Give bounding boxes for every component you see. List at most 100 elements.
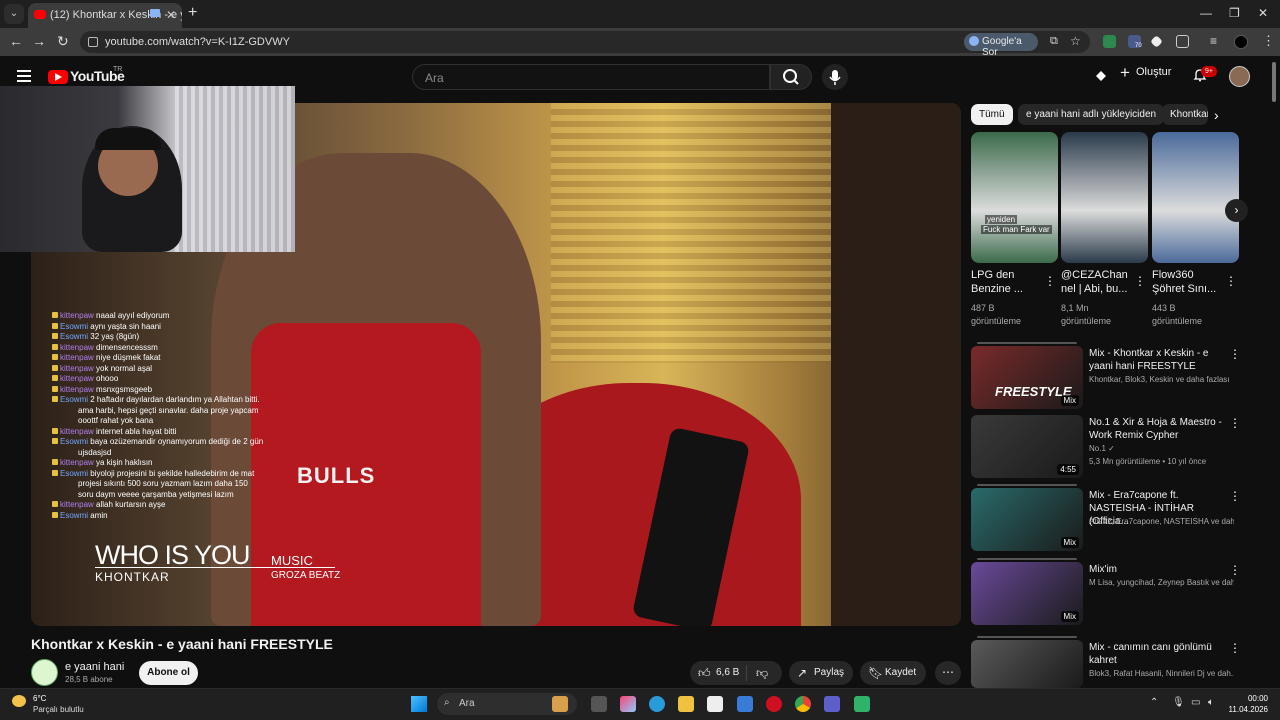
tab-title: (12) Khontkar x Keskin - e y... [50,9,182,21]
volume-icon[interactable]: 🔈︎ [1208,697,1214,708]
chip-khontkar[interactable]: Khontkar [1162,104,1208,125]
forward-button[interactable]: → [32,33,46,49]
search-input[interactable]: Ara [412,64,770,90]
chat-text: yok normal aşal [96,363,153,373]
short-thumbnail[interactable]: yeniden Fuck man Fark var [971,132,1058,263]
microphone-tray-icon[interactable]: 🎙︎ [1172,697,1185,708]
chat-message: kittenpaw ya kişin haklısın [52,458,292,469]
chip-all[interactable]: Tümü [971,104,1013,125]
opera-icon[interactable] [766,696,782,712]
recommendation-thumbnail[interactable]: Mix [971,488,1083,551]
reload-button[interactable]: ↻ [57,33,69,50]
chips-next-chevron-icon[interactable]: › [1214,107,1219,123]
weather-icon[interactable] [12,695,26,707]
search-highlight-icon[interactable] [552,696,568,712]
maximize-button[interactable]: ❐ [1229,6,1240,20]
close-tab-icon[interactable]: ✕ [166,8,176,22]
recommendation-channel[interactable]: Khontkar, Blok3, Keskin ve daha fazlası [1089,375,1234,384]
mix-stack-line [977,636,1077,638]
profile-icon[interactable] [1234,35,1248,49]
install-icon[interactable]: ⧉ [1050,35,1058,48]
chip-from-uploader[interactable]: e yaani hani adlı yükleyiciden [1018,104,1165,125]
bookmark-star-icon[interactable]: ☆ [1070,34,1081,48]
short-more-icon[interactable]: ⋮ [1134,274,1146,288]
account-avatar[interactable] [1229,66,1250,87]
recommendation-more-icon[interactable]: ⋮ [1229,347,1241,361]
chat-username: kittenpaw [60,353,94,362]
recommendation-more-icon[interactable]: ⋮ [1229,489,1241,503]
store-icon[interactable] [707,696,723,712]
short-title[interactable]: Flow360 Şöhret Sını... [1152,268,1228,296]
tray-chevron-icon[interactable]: ⌃ [1150,697,1158,708]
recommendation-thumbnail[interactable]: FREESTYLE Mix [971,346,1083,409]
back-button[interactable]: ← [9,33,23,49]
recommendation-more-icon[interactable]: ⋮ [1229,416,1241,430]
file-explorer-icon[interactable] [678,696,694,712]
channel-name[interactable]: e yaani hani [65,661,124,673]
save-button[interactable]: 🔖︎ Kaydet [860,661,926,685]
short-thumbnail[interactable] [1152,132,1239,263]
recommendation-thumbnail[interactable]: 4:55 [971,415,1083,478]
recommendation-title[interactable]: Mix - Khontkar x Keskin - e yaani hani F… [1089,347,1224,373]
site-info-icon[interactable] [88,37,98,47]
chat-text: dimensencesssm [96,342,158,352]
recommendation-channel[interactable]: Blok3, Rafat Hasanli, Ninnileri Dj ve da… [1089,669,1234,678]
copilot-icon[interactable] [620,696,636,712]
recommendation-more-icon[interactable]: ⋮ [1229,563,1241,577]
browser-tab[interactable]: (12) Khontkar x Keskin - e y... ✕ [28,3,182,28]
recommendation-more-icon[interactable]: ⋮ [1229,641,1241,655]
app-icon[interactable] [854,696,870,712]
like-button[interactable]: 👍︎ [698,666,711,681]
dislike-button[interactable]: 👎︎ [756,666,768,681]
subscribe-button[interactable]: Abone ol [139,661,198,685]
recommendation-thumbnail[interactable] [971,640,1083,688]
minimize-button[interactable]: — [1200,6,1212,20]
google-ask-button[interactable]: Google'a Sor [964,33,1038,58]
create-button[interactable]: Oluştur [1118,63,1171,86]
tab-search-button[interactable]: ⌄ [4,4,24,24]
recommendation-thumbnail[interactable]: Mix [971,562,1083,625]
extensions-puzzle-icon[interactable] [1176,35,1189,48]
recommendation-channel[interactable]: Ati242, Era7capone, NASTEISHA ve dah... [1089,517,1234,526]
like-count[interactable]: 6,6 B [716,667,739,678]
premium-gift-icon[interactable] [1094,69,1107,82]
chat-message: kittenpaw allah kurtarsın ayşe [52,500,292,511]
recommendation-title[interactable]: Mix - canımın canı gönlümü kahret [1089,641,1224,667]
task-view-icon[interactable] [591,696,607,712]
recommendation-title[interactable]: No.1 & Xir & Hoja & Maestro - Work Remix… [1089,416,1224,442]
weather-temp[interactable]: 6°C [33,694,46,703]
chrome-icon[interactable] [795,696,811,712]
share-button[interactable]: ↗ Paylaş [789,661,853,685]
edge-icon[interactable] [649,696,665,712]
short-more-icon[interactable]: ⋮ [1044,274,1056,288]
reading-list-icon[interactable]: ≡ [1210,34,1217,48]
chat-username: Esowmi [60,332,89,341]
shorts-next-button[interactable]: › [1225,199,1248,222]
weather-desc[interactable]: Parçalı bulutlu [33,705,84,714]
short-title[interactable]: LPG den Benzine ... [971,268,1047,296]
search-button[interactable] [770,64,812,90]
short-thumbnail[interactable] [1061,132,1148,263]
browser-menu-icon[interactable]: ⋮ [1262,33,1275,49]
network-icon[interactable]: ▭ [1191,697,1200,708]
url-field[interactable]: youtube.com/watch?v=K-I1Z-GDVWY [80,31,1090,53]
recommendation-channel[interactable]: No.1 ✓ [1089,444,1234,453]
audio-icon[interactable] [150,9,160,17]
more-actions-button[interactable]: ⋯ [935,661,961,685]
close-window-button[interactable]: ✕ [1258,6,1268,20]
voice-search-button[interactable] [822,64,848,90]
short-title[interactable]: @CEZAChan nel | Abi, bu... [1061,268,1137,296]
page-scrollbar[interactable] [1272,62,1276,102]
system-clock[interactable]: 00:00 11.04.2026 [1228,693,1268,715]
channel-avatar[interactable] [31,659,58,686]
menu-icon[interactable] [17,70,31,85]
recommendation-title[interactable]: Mix'im [1089,563,1224,576]
new-tab-button[interactable]: + [188,4,197,22]
recommendation-channel[interactable]: M Lisa, yungcihad, Zeynep Bastık ve dah.… [1089,578,1234,587]
teams-icon[interactable] [824,696,840,712]
short-more-icon[interactable]: ⋮ [1225,274,1237,288]
youtube-logo-icon[interactable] [48,70,68,84]
extension-icon[interactable] [1103,35,1116,48]
windows-start-icon[interactable] [411,696,427,712]
mail-icon[interactable] [737,696,753,712]
